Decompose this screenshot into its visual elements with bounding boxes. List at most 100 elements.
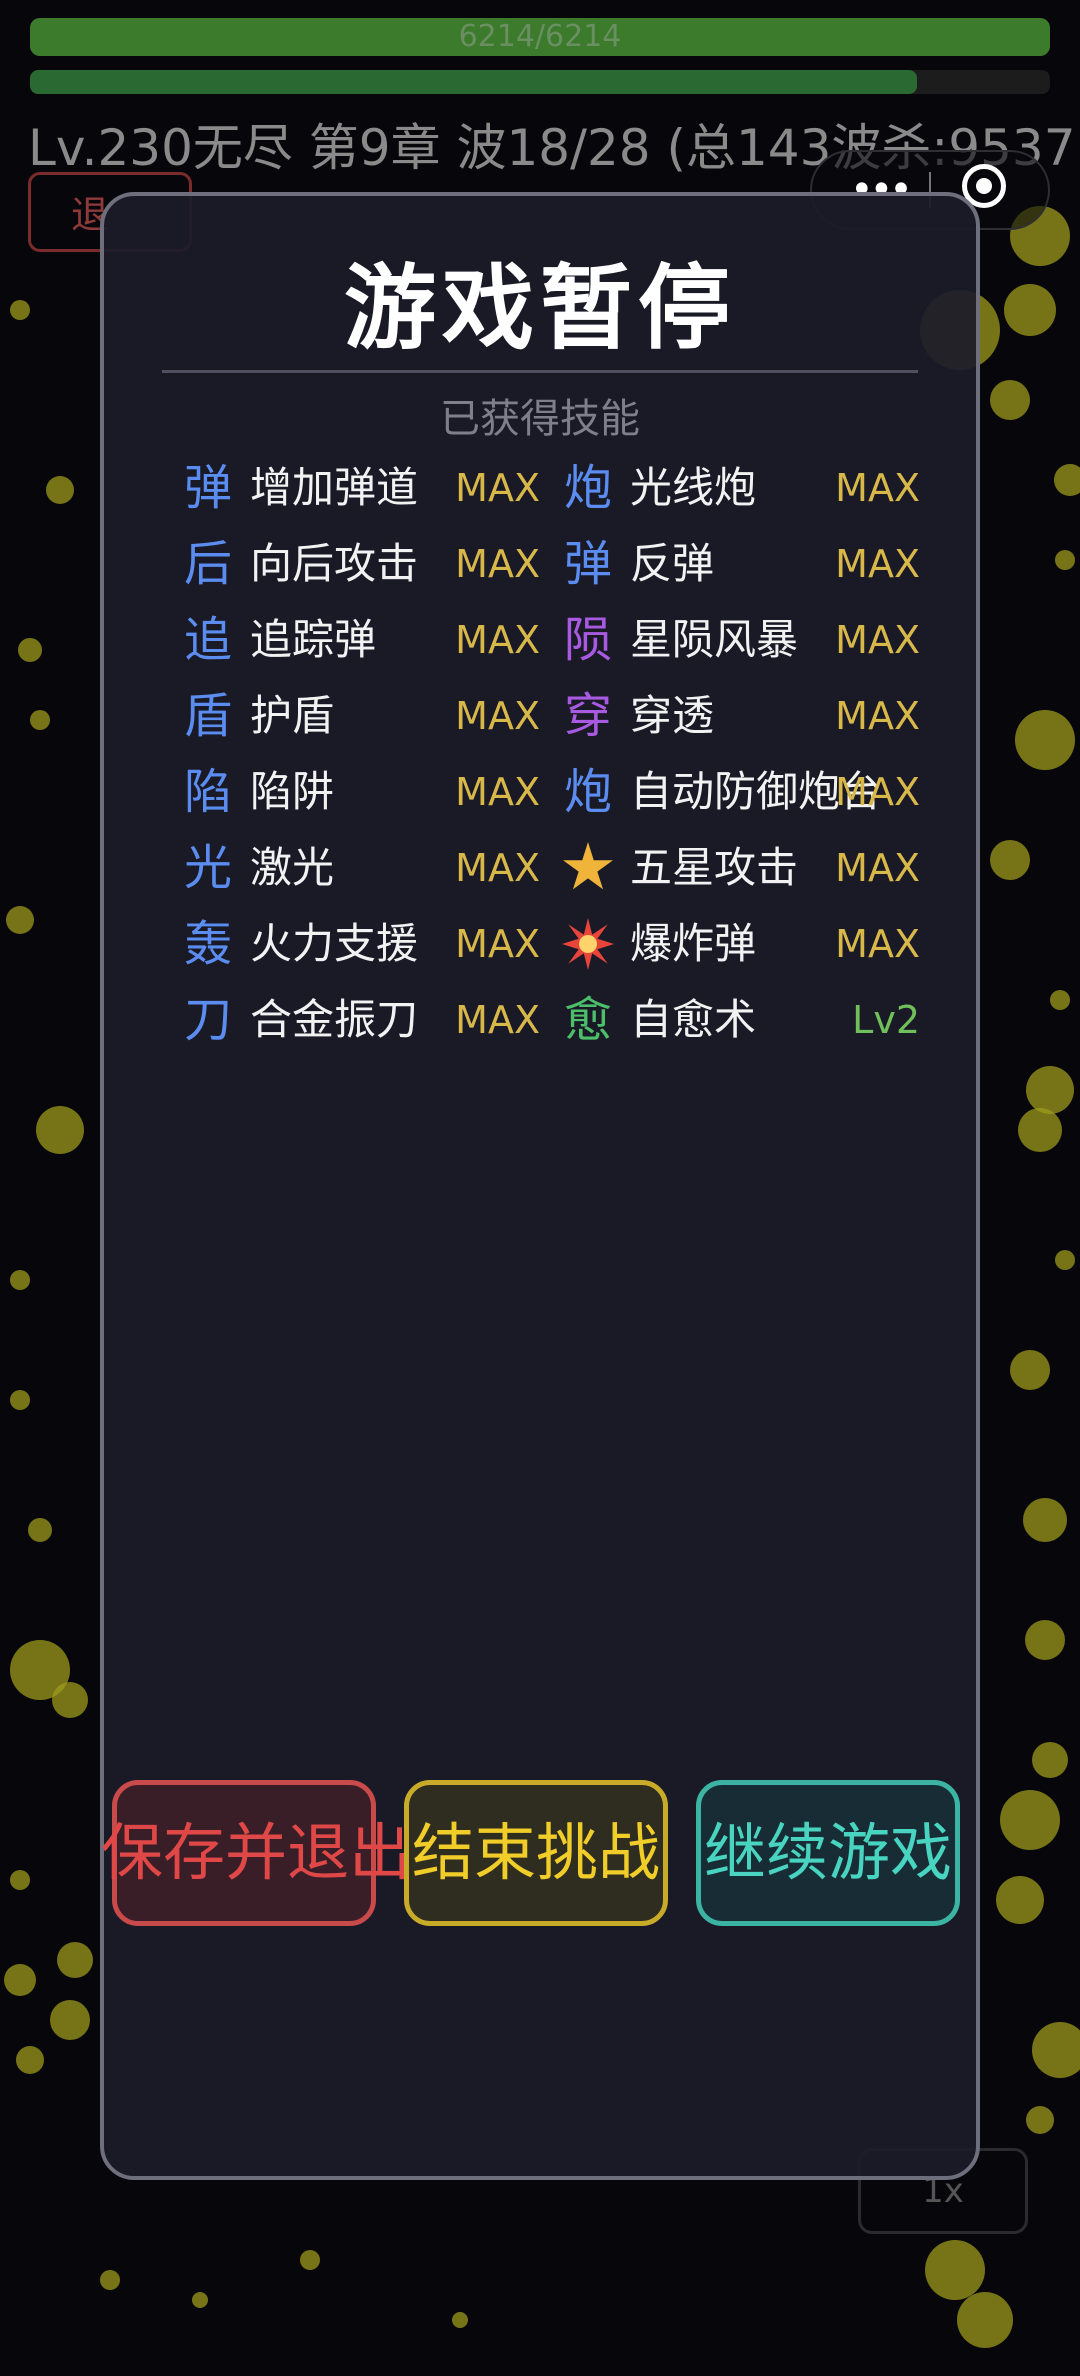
title-divider	[162, 370, 918, 373]
skill-level: MAX	[835, 770, 920, 814]
skill-item: 愈自愈术 Lv2	[560, 990, 920, 1050]
skill-name: 激光	[250, 843, 335, 892]
bokeh-particle	[957, 2292, 1013, 2348]
bokeh-particle	[16, 2046, 44, 2074]
bokeh-particle	[1015, 710, 1075, 770]
xp-bar-fill	[30, 70, 918, 94]
bokeh-particle	[1055, 1250, 1075, 1270]
bokeh-particle	[30, 710, 50, 730]
skill-glyph: 炮	[563, 460, 612, 516]
bokeh-particle	[100, 2270, 120, 2290]
bokeh-particle	[10, 1270, 30, 1290]
skill-name: 护盾	[250, 691, 335, 740]
skill-item: 炮光线炮 MAX	[560, 458, 920, 518]
bokeh-particle	[1032, 2022, 1080, 2078]
skill-name: 光线炮	[630, 463, 757, 512]
bokeh-particle	[300, 2250, 320, 2270]
skill-glyph: 后	[183, 536, 232, 592]
skill-level: MAX	[455, 770, 540, 814]
continue-game-label: 继续游戏	[703, 1816, 952, 1889]
bokeh-particle	[192, 2292, 208, 2308]
skill-item: 陷陷阱 MAX	[180, 762, 540, 822]
hp-text: 6214/6214	[458, 19, 622, 54]
skill-name: 合金振刀	[250, 995, 419, 1044]
bokeh-particle	[452, 2312, 468, 2328]
skill-name: 向后攻击	[250, 539, 419, 588]
skill-level: MAX	[835, 466, 920, 510]
skill-glyph: 愈	[563, 992, 612, 1048]
bokeh-particle	[1010, 1350, 1050, 1390]
skill-glyph: 追	[183, 612, 232, 668]
skill-item: 穿穿透 MAX	[560, 686, 920, 746]
bokeh-particle	[57, 1942, 93, 1978]
skill-glyph: 弹	[563, 536, 612, 592]
skill-name: 陷阱	[250, 767, 335, 816]
skill-item: 刀合金振刀 MAX	[180, 990, 540, 1050]
bokeh-particle	[1032, 1742, 1068, 1778]
bokeh-particle	[36, 1106, 84, 1154]
bokeh-particle	[18, 638, 42, 662]
xp-bar	[30, 70, 1050, 94]
bokeh-particle	[10, 300, 30, 320]
skill-item: 光激光 MAX	[180, 838, 540, 898]
skill-glyph: 盾	[183, 688, 232, 744]
bokeh-particle	[1018, 1108, 1062, 1152]
bokeh-particle	[46, 476, 74, 504]
bokeh-particle	[1000, 1790, 1060, 1850]
skill-glyph: 陨	[563, 612, 612, 668]
bokeh-particle	[1055, 550, 1075, 570]
skill-name: 爆炸弹	[630, 919, 757, 968]
bokeh-particle	[28, 1518, 52, 1542]
skill-name: 自愈术	[630, 995, 757, 1044]
skill-glyph: 刀	[183, 992, 232, 1048]
skill-glyph: 陷	[183, 764, 232, 820]
skill-item: 陨星陨风暴 MAX	[560, 610, 920, 670]
save-and-exit-button[interactable]: 保存并退出	[101, 1780, 411, 1926]
skill-level: MAX	[455, 618, 540, 662]
skill-level: MAX	[835, 542, 920, 586]
bokeh-particle	[50, 2000, 90, 2040]
end-challenge-button[interactable]: 结束挑战	[404, 1780, 668, 1926]
skill-item: 炮自动防御炮台 MAX	[560, 762, 920, 822]
skill-item: 盾护盾 MAX	[180, 686, 540, 746]
bokeh-particle	[6, 906, 34, 934]
skill-item: 弹增加弹道 MAX	[180, 458, 540, 518]
skill-level: MAX	[455, 998, 540, 1042]
bokeh-particle	[1050, 990, 1070, 1010]
skill-level: MAX	[455, 846, 540, 890]
skill-level: MAX	[455, 694, 540, 738]
bokeh-particle	[1054, 464, 1080, 496]
skill-name: 五星攻击	[630, 843, 799, 892]
skill-glyph: 弹	[183, 460, 232, 516]
skill-name: 增加弹道	[250, 463, 419, 512]
skill-glyph: 穿	[563, 688, 612, 744]
skill-item: 追追踪弹 MAX	[180, 610, 540, 670]
bokeh-particle	[10, 1870, 30, 1890]
acquired-skills-label: 已获得技能	[440, 396, 640, 442]
bokeh-particle	[990, 380, 1030, 420]
skill-level: MAX	[835, 846, 920, 890]
skill-item: 爆炸弹 MAX	[560, 914, 920, 974]
skill-glyph: 轰	[183, 916, 232, 972]
skill-glyph: 光	[183, 840, 232, 896]
skill-name: 穿透	[630, 691, 715, 740]
skill-name: 反弹	[630, 539, 715, 588]
bokeh-particle	[52, 1682, 88, 1718]
bokeh-particle	[1023, 1498, 1067, 1542]
bokeh-particle	[1004, 284, 1056, 336]
bokeh-particle	[1025, 1620, 1065, 1660]
skill-level: MAX	[835, 618, 920, 662]
bokeh-particle	[990, 840, 1030, 880]
bokeh-particle	[1026, 1066, 1074, 1114]
save-and-exit-label: 保存并退出	[101, 1816, 412, 1889]
skill-level: Lv2	[852, 998, 920, 1042]
skill-item: 后向后攻击 MAX	[180, 534, 540, 594]
bokeh-particle	[925, 2240, 985, 2300]
star-shape	[563, 842, 613, 890]
continue-game-button[interactable]: 继续游戏	[696, 1780, 960, 1926]
skill-glyph: 炮	[563, 764, 612, 820]
pause-title: 游戏暂停	[343, 255, 736, 362]
skill-level: MAX	[455, 466, 540, 510]
skill-item: 弹反弹 MAX	[560, 534, 920, 594]
bokeh-particle	[10, 1390, 30, 1410]
